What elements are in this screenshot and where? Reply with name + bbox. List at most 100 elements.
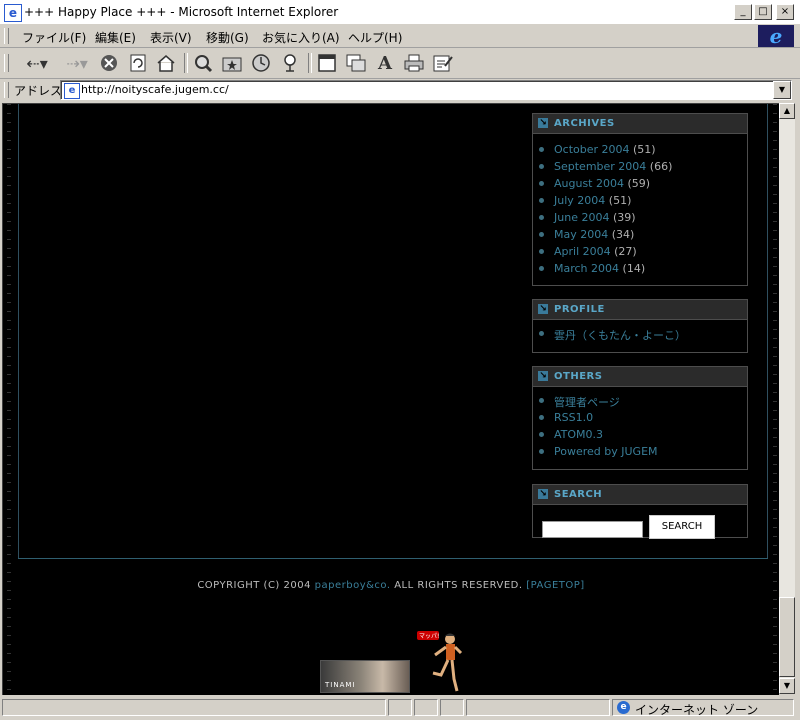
search-button[interactable]: SEARCH [649,515,715,539]
search-header: ↘ SEARCH [533,485,747,505]
internet-zone-icon: e [617,701,630,714]
menu-file[interactable]: ファイル(F) [22,29,86,46]
list-item[interactable]: ATOM0.3 [533,428,747,445]
ie-page-icon: e [4,4,22,22]
status-text-pane [2,699,386,716]
toolbar-grip[interactable] [4,54,9,72]
vertical-scrollbar[interactable]: ▲ ▼ [779,103,795,694]
list-item[interactable]: Powered by JUGEM [533,445,747,462]
security-zone[interactable]: e インターネット ゾーン [612,699,794,717]
font-icon[interactable]: A [374,52,396,74]
tinami-banner[interactable]: TINAMI [320,660,410,693]
toolbar-separator [308,53,312,73]
mail-icon[interactable] [345,52,367,74]
list-item[interactable]: June 2004 (39) [533,211,747,228]
status-pane [414,699,438,716]
archives-header: ↘ ARCHIVES [533,114,747,134]
arrow-icon: ↘ [538,304,548,314]
archives-box: ↘ ARCHIVES October 2004 (51) September 2… [532,113,748,286]
list-item[interactable]: August 2004 (59) [533,177,747,194]
edit-icon[interactable] [432,52,454,74]
address-url[interactable]: http://noityscafe.jugem.cc/ [81,83,229,96]
scroll-thumb[interactable] [779,597,795,677]
zone-label: インターネット ゾーン [635,703,759,717]
address-dropdown-icon[interactable]: ▼ [773,81,791,99]
menu-edit[interactable]: 編集(E) [95,29,136,46]
others-list: 管理者ページ RSS1.0 ATOM0.3 Powered by JUGEM [533,387,747,470]
status-pane [440,699,464,716]
profile-list: 雲丹（くもたん・よーこ） [533,320,747,352]
arrow-icon: ↘ [538,118,548,128]
menu-help[interactable]: ヘルプ(H) [348,29,402,46]
menu-view[interactable]: 表示(V) [150,29,192,46]
list-item[interactable]: September 2004 (66) [533,160,747,177]
page-icon: e [64,83,80,99]
title-bar: e +++ Happy Place +++ - Microsoft Intern… [0,0,800,25]
search-box: ↘ SEARCH SEARCH [532,484,748,539]
pagetop-link[interactable]: [PAGETOP] [526,580,584,591]
profile-box: ↘ PROFILE 雲丹（くもたん・よーこ） [532,299,748,353]
others-box: ↘ OTHERS 管理者ページ RSS1.0 ATOM0.3 Powered b… [532,366,748,470]
list-item[interactable]: 管理者ページ [533,394,747,411]
back-icon[interactable]: ⇠▾ [22,52,52,74]
frame-line-right [767,104,768,559]
status-pane [388,699,412,716]
addressbar-grip[interactable] [4,82,9,98]
left-dotted-border [7,104,11,695]
address-bar: アドレス e http://noityscafe.jugem.cc/ ▼ [0,79,800,101]
archives-list: October 2004 (51) September 2004 (66) Au… [533,134,747,287]
search-title: SEARCH [554,489,603,500]
list-item[interactable]: May 2004 (34) [533,228,747,245]
list-item[interactable]: March 2004 (14) [533,262,747,279]
rights-text: ALL RIGHTS RESERVED. [394,580,523,591]
toolbar-separator [184,53,188,73]
favorites-icon[interactable] [221,52,243,74]
company-link[interactable]: paperboy&co. [315,580,391,591]
archives-title: ARCHIVES [554,118,615,129]
home-icon[interactable] [155,52,177,74]
list-item[interactable]: July 2004 (51) [533,194,747,211]
refresh-icon[interactable] [127,52,149,74]
list-item[interactable]: 雲丹（くもたん・よーこ） [533,327,747,344]
menu-favorites[interactable]: お気に入り(A) [262,29,340,46]
profile-header: ↘ PROFILE [533,300,747,320]
copyright-line: COPYRIGHT (C) 2004 paperboy&co. ALL RIGH… [3,580,779,591]
scroll-up-icon[interactable]: ▲ [779,103,795,119]
banner-text: TINAMI [325,681,356,689]
list-item[interactable]: April 2004 (27) [533,245,747,262]
list-item[interactable]: October 2004 (51) [533,143,747,160]
stop-icon[interactable] [98,52,120,74]
menu-go[interactable]: 移動(G) [206,29,249,46]
frame-line-left [18,104,19,559]
others-header: ↘ OTHERS [533,367,747,387]
search-input[interactable] [542,521,643,538]
channels-icon[interactable] [279,52,301,74]
forward-icon[interactable]: ⇢▾ [62,52,92,74]
print-icon[interactable] [403,52,425,74]
window-controls: _ □ × [734,4,794,20]
list-item[interactable]: RSS1.0 [533,411,747,428]
search-icon[interactable] [192,52,214,74]
close-button[interactable]: × [776,4,794,20]
menubar-grip[interactable] [4,28,9,44]
minimize-button[interactable]: _ [734,4,752,20]
profile-title: PROFILE [554,304,605,315]
status-bar: e インターネット ゾーン [0,696,800,720]
mascot-image: マッパ! [417,631,463,692]
scroll-down-icon[interactable]: ▼ [779,678,795,694]
copyright-prefix: COPYRIGHT (C) 2004 [197,580,311,591]
search-form: SEARCH [533,505,747,543]
fullscreen-icon[interactable] [316,52,338,74]
others-title: OTHERS [554,371,603,382]
arrow-icon: ↘ [538,371,548,381]
window-title: +++ Happy Place +++ - Microsoft Internet… [24,5,339,19]
standard-toolbar: ⇠▾ ⇢▾ A [0,48,800,79]
status-pane [466,699,610,716]
page-content: ↘ ARCHIVES October 2004 (51) September 2… [2,103,779,695]
right-dotted-border [773,104,777,695]
arrow-icon: ↘ [538,489,548,499]
history-icon[interactable] [250,52,272,74]
footer-divider [18,558,768,559]
address-field[interactable]: e http://noityscafe.jugem.cc/ ▼ [60,80,792,100]
maximize-button[interactable]: □ [754,4,772,20]
